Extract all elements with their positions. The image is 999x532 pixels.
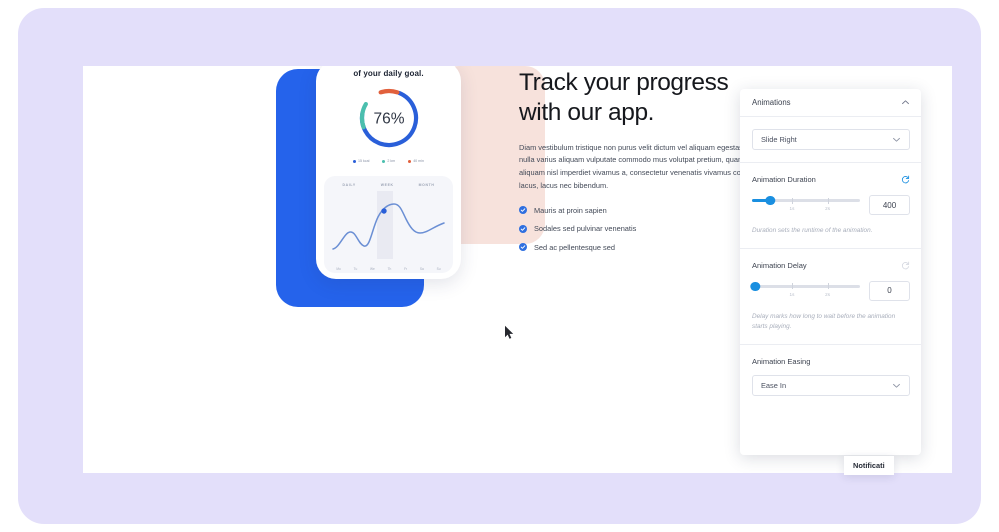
daily-goal-text: of your daily goal.: [353, 69, 424, 78]
animations-panel-header[interactable]: Animations: [740, 89, 921, 117]
animations-panel: Animations Slide Right Animation Duratio…: [740, 89, 921, 455]
tick-label: 1s: [789, 291, 795, 297]
duration-tick-labels: 1s 2s: [752, 206, 860, 215]
reset-icon[interactable]: [901, 175, 910, 184]
delay-slider-knob[interactable]: [750, 281, 760, 292]
legend-item: 40 min: [408, 159, 424, 163]
mini-tab-week[interactable]: WEEK: [381, 183, 394, 187]
notification-chip[interactable]: Notificati: [844, 456, 894, 475]
list-item-label: Sed ac pellentesque sed: [534, 242, 615, 252]
delay-tick-labels: 1s 2s: [752, 292, 860, 301]
axis-label: Tu: [353, 267, 358, 271]
delay-label: Animation Delay: [752, 260, 807, 270]
reset-icon[interactable]: [901, 261, 910, 270]
tick-label: 1s: [789, 206, 795, 211]
hero-graphic: of your daily goal. 76% 15 kcal 2 km 40 …: [211, 66, 545, 316]
tick-label: 2s: [825, 206, 831, 211]
mini-chart-axis: Mo Tu We Th Fr Sa Su: [330, 267, 447, 271]
animation-type-value: Slide Right: [761, 135, 797, 144]
mini-tab-month[interactable]: MONTH: [419, 183, 435, 187]
axis-label: Sa: [419, 267, 424, 271]
animation-type-section: Slide Right: [740, 117, 921, 163]
donut-legend: 15 kcal 2 km 40 min: [316, 159, 461, 163]
donut-value-label: 76%: [373, 111, 404, 128]
axis-label: Th: [387, 267, 392, 271]
legend-label: 15 kcal: [358, 159, 370, 163]
legend-label: 40 min: [413, 159, 424, 163]
chevron-down-icon: [893, 137, 900, 142]
duration-slider-knob[interactable]: [765, 195, 776, 206]
mouse-cursor: [505, 325, 514, 339]
check-circle-icon: [519, 243, 527, 252]
animation-easing-select[interactable]: Ease In: [752, 374, 910, 396]
legend-label: 2 km: [387, 159, 396, 163]
axis-label: Fr: [404, 267, 408, 271]
duration-value-input[interactable]: 400: [869, 195, 910, 215]
tick-label: 2s: [825, 291, 831, 297]
mini-chart-card: DAILY WEEK MONTH Mo Tu We Th Fr Sa Su: [324, 176, 453, 273]
delay-slider[interactable]: [750, 281, 860, 292]
easing-label: Animation Easing: [752, 356, 811, 366]
axis-label: Mo: [336, 267, 341, 271]
list-item-label: Mauris at proin sapien: [534, 205, 607, 215]
title-line-2: with our app.: [519, 98, 655, 126]
phone-mockup-card: of your daily goal. 76% 15 kcal 2 km 40 …: [316, 66, 461, 279]
animation-duration-section: Animation Duration 1s 2s 400 Duration se…: [740, 163, 921, 249]
easing-value: Ease In: [761, 380, 787, 390]
duration-value: 400: [882, 200, 897, 210]
legend-dot-icon: [353, 159, 356, 163]
check-circle-icon: [519, 206, 527, 215]
duration-slider[interactable]: [752, 195, 860, 206]
mini-chart-tabs: DAILY WEEK MONTH: [330, 183, 447, 187]
chart-data-point: [381, 208, 387, 214]
mini-tab-daily[interactable]: DAILY: [342, 183, 355, 187]
axis-label: Su: [436, 267, 441, 271]
delay-helper-text: Delay marks how long to wait before the …: [752, 312, 896, 330]
donut-chart: 76%: [316, 83, 461, 153]
panel-title: Animations: [752, 98, 791, 107]
duration-label: Animation Duration: [752, 175, 816, 184]
app-frame: of your daily goal. 76% 15 kcal 2 km 40 …: [18, 8, 981, 524]
legend-item: 15 kcal: [353, 159, 369, 163]
animation-delay-section: Animation Delay 1s 2s 0 Delay marks how …: [740, 249, 921, 345]
animation-type-select[interactable]: Slide Right: [752, 129, 910, 150]
delay-value: 0: [887, 286, 892, 296]
list-item-label: Sodales sed pulvinar venenatis: [534, 224, 637, 234]
chevron-down-icon: [893, 383, 900, 388]
animation-easing-section: Animation Easing Ease In: [740, 345, 921, 408]
delay-value-input[interactable]: 0: [869, 280, 910, 301]
legend-dot-icon: [382, 159, 386, 163]
title-line-1: Track your progress: [519, 69, 729, 96]
duration-helper-text: Duration sets the runtime of the animati…: [752, 227, 873, 234]
check-circle-icon: [519, 224, 527, 233]
mini-line-chart: [332, 191, 445, 259]
axis-label: We: [370, 267, 375, 271]
legend-dot-icon: [408, 159, 412, 163]
chevron-up-icon[interactable]: [901, 98, 910, 107]
legend-item: 2 km: [382, 159, 395, 163]
